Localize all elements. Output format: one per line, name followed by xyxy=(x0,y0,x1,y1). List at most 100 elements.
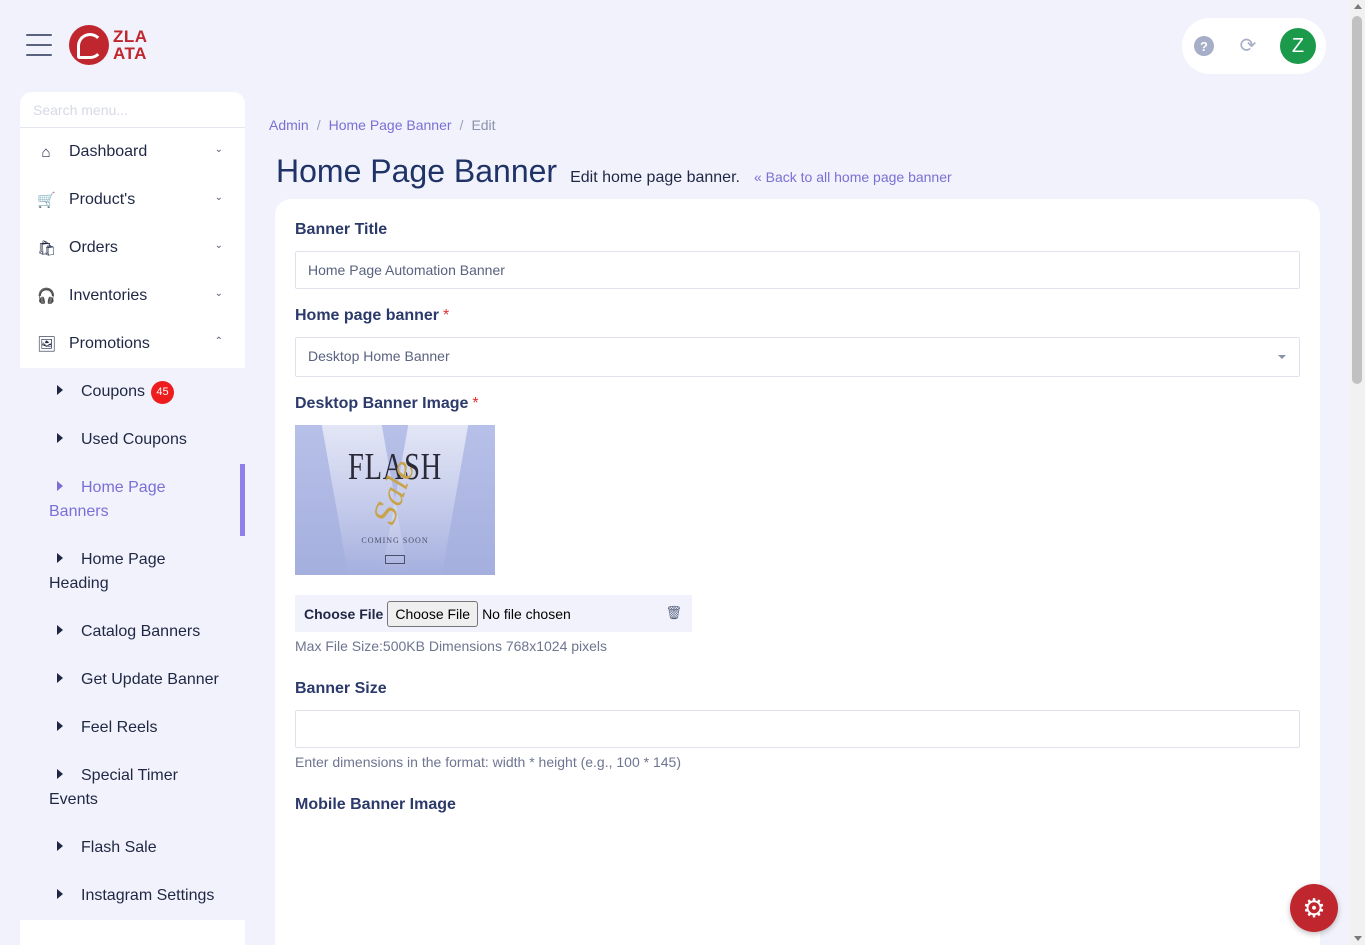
scroll-up-arrow-icon[interactable] xyxy=(1354,4,1362,9)
page-subtitle: Edit home page banner. xyxy=(570,169,740,186)
sidebar-subitem-label: Instagram Settings xyxy=(81,887,215,904)
hamburger-menu-icon[interactable] xyxy=(26,34,52,56)
chevron-down-icon: ⌄ xyxy=(214,192,223,203)
sidebar-subitem-label: Catalog Banners xyxy=(81,623,201,640)
sidebar-search-input[interactable]: Search menu... xyxy=(20,92,245,128)
image-icon: 🖼 xyxy=(37,336,57,353)
sidebar-subitem-label: Used Coupons xyxy=(81,431,187,448)
sidebar-subitem-used-coupons[interactable]: Used Coupons xyxy=(20,416,245,464)
caret-right-icon xyxy=(57,553,63,563)
page-scrollbar[interactable] xyxy=(1350,0,1365,945)
logo-text-line1: ZLA xyxy=(113,27,148,46)
home-banner-label: Home page banner * xyxy=(295,307,449,325)
breadcrumb-admin[interactable]: Admin xyxy=(269,117,309,133)
file-help-text: Max File Size:500KB Dimensions 768x1024 … xyxy=(295,638,608,654)
chevron-down-icon: ⌄ xyxy=(214,288,223,299)
sidebar-item-label: Dashboard xyxy=(69,143,148,160)
breadcrumb: Admin / Home Page Banner / Edit xyxy=(269,117,496,133)
scrollbar-thumb[interactable] xyxy=(1352,16,1362,384)
sidebar-subitem-label: Special Timer Events xyxy=(49,767,178,808)
caret-right-icon xyxy=(57,625,63,635)
sidebar-item-label: Inventories xyxy=(69,287,148,304)
sidebar-subitem-special-timer-events[interactable]: Special Timer Events xyxy=(20,752,245,824)
preview-logo-box xyxy=(385,555,405,564)
banner-size-help-text: Enter dimensions in the format: width * … xyxy=(295,754,681,770)
bag-icon: 🛍 xyxy=(37,240,57,257)
home-banner-select-value: Desktop Home Banner xyxy=(308,348,450,364)
sidebar-subitem-home-page-heading[interactable]: Home Page Heading xyxy=(20,536,245,608)
promotions-submenu: Coupons 45 Used Coupons Home Page Banners Ho… xyxy=(20,368,245,920)
headset-icon: 🎧 xyxy=(37,288,56,305)
sidebar-item-orders[interactable]: 🛍 Orders ⌄ xyxy=(20,224,245,272)
logo-emblem-icon xyxy=(69,25,109,65)
home-icon: ⌂ xyxy=(41,143,51,161)
settings-fab-gear-icon[interactable]: ⚙ xyxy=(1290,884,1338,932)
banner-size-label: Banner Size xyxy=(295,680,387,697)
preview-coming-soon-text: COMING SOON xyxy=(361,536,429,545)
sidebar-subitem-flash-sale[interactable]: Flash Sale xyxy=(20,824,245,872)
mobile-image-label: Mobile Banner Image xyxy=(295,796,456,813)
scroll-down-arrow-icon[interactable] xyxy=(1354,936,1362,941)
caret-right-icon xyxy=(57,841,63,851)
sidebar-subitem-get-update-banner[interactable]: Get Update Banner xyxy=(20,656,245,704)
caret-right-icon xyxy=(57,385,63,395)
sidebar-item-inventories[interactable]: 🎧 Inventories ⌄ xyxy=(20,272,245,320)
cart-icon: 🛒 xyxy=(37,192,56,209)
refresh-icon[interactable]: ⟳ xyxy=(1238,36,1258,56)
sidebar-item-label: Promotions xyxy=(69,335,150,352)
logo-text-line2: ATA xyxy=(113,44,147,63)
caret-right-icon xyxy=(57,769,63,779)
page-header: Home Page Banner Edit home page banner. … xyxy=(276,153,952,190)
help-icon[interactable]: ? xyxy=(1194,36,1214,56)
page-title: Home Page Banner xyxy=(276,153,558,189)
chevron-down-icon: ⌄ xyxy=(214,240,223,251)
sidebar-subitem-label: Home Page Heading xyxy=(49,551,166,592)
caret-right-icon xyxy=(57,433,63,443)
desktop-image-label: Desktop Banner Image * xyxy=(295,395,479,413)
home-banner-select[interactable]: Desktop Home Banner xyxy=(295,337,1300,377)
breadcrumb-home-page-banner[interactable]: Home Page Banner xyxy=(329,117,452,133)
back-to-list-link[interactable]: « Back to all home page banner xyxy=(754,169,952,185)
sidebar-subitem-label: Get Update Banner xyxy=(81,671,219,688)
chevron-down-icon: ⌄ xyxy=(214,144,223,155)
desktop-file-upload: Choose File Choose File No file chosen 🗑 xyxy=(295,595,692,632)
banner-title-label: Banner Title xyxy=(295,221,388,238)
sidebar-item-product-s[interactable]: 🛒 Product's ⌄ xyxy=(20,176,245,224)
edit-form-card: Banner Title Home Page Automation Banner… xyxy=(275,199,1320,945)
top-actions: ? ⟳ Z xyxy=(1182,18,1326,74)
top-bar: ZLA ATA ? ⟳ Z xyxy=(0,0,1350,92)
breadcrumb-edit: Edit xyxy=(471,117,496,133)
caret-right-icon xyxy=(57,481,63,491)
required-mark: * xyxy=(443,307,450,324)
sidebar-subitem-instagram-settings[interactable]: Instagram Settings xyxy=(20,872,245,920)
sidebar-item-label: Orders xyxy=(69,239,118,256)
sidebar-subitem-coupons[interactable]: Coupons 45 xyxy=(20,368,245,416)
select-caret-icon xyxy=(1278,355,1286,359)
caret-right-icon xyxy=(57,721,63,731)
desktop-image-label-text: Desktop Banner Image xyxy=(295,395,469,412)
banner-title-input[interactable]: Home Page Automation Banner xyxy=(295,251,1300,289)
desktop-banner-preview: FLASH Sale COMING SOON xyxy=(295,425,495,575)
caret-right-icon xyxy=(57,889,63,899)
choose-file-button[interactable]: Choose File xyxy=(387,600,479,627)
caret-right-icon xyxy=(57,673,63,683)
sidebar-subitem-label: Feel Reels xyxy=(81,719,158,736)
coupon-count-badge: 45 xyxy=(151,380,175,404)
brand-logo[interactable]: ZLA ATA xyxy=(69,25,148,65)
breadcrumb-separator: / xyxy=(459,117,464,133)
file-upload-label: Choose File xyxy=(304,605,384,622)
home-banner-label-text: Home page banner xyxy=(295,307,440,324)
banner-size-input[interactable] xyxy=(295,710,1300,748)
sidebar-item-dashboard[interactable]: ⌂ Dashboard ⌄ xyxy=(20,128,245,176)
sidebar-subitem-label: Coupons xyxy=(81,383,146,400)
sidebar-subitem-feel-reels[interactable]: Feel Reels xyxy=(20,704,245,752)
file-status-text: No file chosen xyxy=(482,605,571,622)
sidebar-subitem-label: Flash Sale xyxy=(81,839,157,856)
avatar[interactable]: Z xyxy=(1280,28,1316,64)
sidebar-item-promotions[interactable]: 🖼 Promotions ⌃ xyxy=(20,320,245,368)
sidebar-subitem-label: Home Page Banners xyxy=(49,479,166,520)
sidebar-subitem-home-page-banners[interactable]: Home Page Banners xyxy=(20,464,245,536)
sidebar-subitem-catalog-banners[interactable]: Catalog Banners xyxy=(20,608,245,656)
trash-icon[interactable]: 🗑 xyxy=(665,605,682,621)
required-mark: * xyxy=(472,395,479,412)
